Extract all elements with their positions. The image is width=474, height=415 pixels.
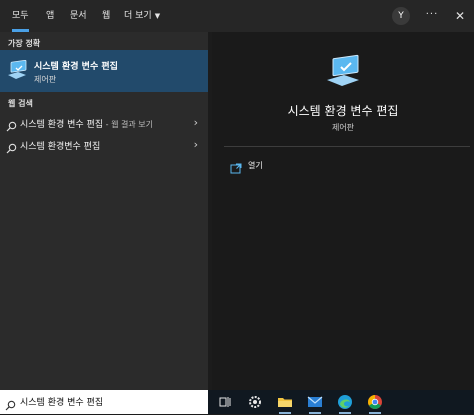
web-result-text: 시스템 환경 변수 편집 - 웹 결과 보기 xyxy=(20,117,153,130)
tab-apps[interactable]: 앱 xyxy=(46,0,54,32)
file-explorer-icon[interactable] xyxy=(276,393,294,414)
tab-documents-label: 문서 xyxy=(70,11,87,21)
tab-all[interactable]: 모두 xyxy=(12,0,29,32)
web-result-item[interactable]: 시스템 환경 변수 편집 - 웹 결과 보기 › xyxy=(0,112,208,134)
tab-all-label: 모두 xyxy=(12,11,29,21)
close-button[interactable]: ✕ xyxy=(452,0,468,32)
tab-more[interactable]: 더 보기 ▼ xyxy=(124,0,160,32)
web-result-suffix: - 웹 결과 보기 xyxy=(103,120,153,129)
chevron-right-icon[interactable]: › xyxy=(194,138,198,151)
web-result-text: 시스템 환경변수 편집 xyxy=(20,139,100,152)
caret-down-icon: ▼ xyxy=(154,12,161,20)
results-panel: 가장 정확 시스템 환경 변수 편집 제어판 웹 검색 시스템 환경 변수 편집… xyxy=(0,32,208,390)
edge-icon[interactable] xyxy=(336,393,354,414)
more-options-button[interactable]: ··· xyxy=(424,0,440,32)
web-result-title: 시스템 환경변수 편집 xyxy=(20,142,101,152)
tab-web-label: 웹 xyxy=(102,11,111,21)
more-options-icon: ··· xyxy=(425,9,439,20)
detail-panel: 시스템 환경 변수 편집 제어판 열기 xyxy=(212,32,474,390)
detail-title: 시스템 환경 변수 편집 xyxy=(287,104,399,118)
web-result-title: 시스템 환경 변수 편집 xyxy=(20,120,104,130)
best-match-subtitle: 제어판 xyxy=(34,75,57,84)
monitor-check-icon xyxy=(6,59,28,86)
avatar[interactable]: Y xyxy=(392,7,410,25)
settings-icon[interactable] xyxy=(246,393,264,411)
open-window-icon xyxy=(230,159,242,178)
search-top-bar: 모두 앱 문서 웹 더 보기 ▼ Y ··· ✕ xyxy=(0,0,474,32)
tab-apps-label: 앱 xyxy=(46,11,55,21)
close-icon: ✕ xyxy=(454,9,466,23)
taskbar xyxy=(208,390,474,414)
chevron-right-icon[interactable]: › xyxy=(194,116,198,129)
task-view-icon[interactable] xyxy=(216,393,234,411)
search-input[interactable] xyxy=(20,393,200,410)
monitor-check-icon xyxy=(324,54,362,94)
search-box[interactable] xyxy=(0,390,208,414)
tab-documents[interactable]: 문서 xyxy=(70,0,87,32)
web-result-item[interactable]: 시스템 환경변수 편집 › xyxy=(0,134,208,156)
tab-web[interactable]: 웹 xyxy=(102,0,110,32)
tab-more-label: 더 보기 xyxy=(124,11,152,21)
avatar-initial: Y xyxy=(398,11,404,21)
detail-subtitle: 제어판 xyxy=(331,123,355,132)
mail-icon[interactable] xyxy=(306,393,324,414)
open-action-label: 열기 xyxy=(248,161,263,170)
divider xyxy=(224,146,470,147)
best-match-title: 시스템 환경 변수 편집 xyxy=(34,62,118,72)
best-match-result[interactable]: 시스템 환경 변수 편집 제어판 xyxy=(0,50,208,92)
best-match-header: 가장 정확 xyxy=(8,39,41,48)
web-search-header: 웹 검색 xyxy=(8,99,33,108)
chrome-icon[interactable] xyxy=(366,393,384,414)
search-icon xyxy=(5,396,16,415)
search-icon xyxy=(6,139,17,158)
